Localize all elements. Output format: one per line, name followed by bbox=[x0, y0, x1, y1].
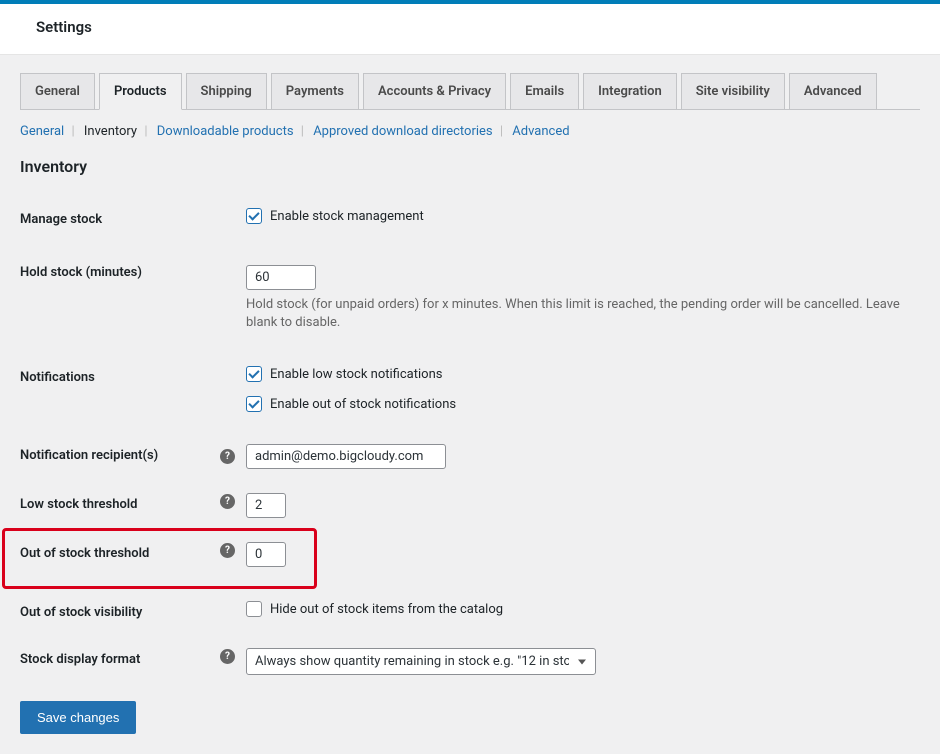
checkbox-low-stock-notif[interactable] bbox=[246, 366, 262, 382]
tab-payments[interactable]: Payments bbox=[271, 73, 359, 109]
tab-products[interactable]: Products bbox=[99, 73, 182, 110]
option-enable-stock-mgmt: Enable stock management bbox=[270, 209, 424, 224]
input-out-of-stock-threshold[interactable] bbox=[246, 542, 286, 567]
tab-general[interactable]: General bbox=[20, 73, 95, 109]
subtab-approved-download-dirs[interactable]: Approved download directories bbox=[313, 124, 492, 139]
option-out-of-stock-notif: Enable out of stock notifications bbox=[270, 397, 456, 412]
subtab-inventory[interactable]: Inventory bbox=[84, 124, 137, 139]
input-recipient-email[interactable] bbox=[246, 444, 446, 469]
help-icon[interactable]: ? bbox=[220, 494, 235, 509]
tab-site-visibility[interactable]: Site visibility bbox=[681, 73, 785, 109]
tab-integration[interactable]: Integration bbox=[583, 73, 677, 109]
sub-nav: General | Inventory | Downloadable produ… bbox=[20, 118, 920, 151]
label-out-of-stock-threshold: Out of stock threshold bbox=[20, 546, 149, 561]
tab-advanced[interactable]: Advanced bbox=[789, 73, 877, 109]
checkbox-enable-stock-mgmt[interactable] bbox=[246, 208, 262, 224]
checkbox-out-of-stock-notif[interactable] bbox=[246, 396, 262, 412]
save-button[interactable]: Save changes bbox=[20, 701, 136, 734]
label-manage-stock: Manage stock bbox=[20, 196, 220, 243]
option-hide-out-of-stock: Hide out of stock items from the catalog bbox=[270, 602, 503, 617]
select-stock-display-format[interactable]: Always show quantity remaining in stock … bbox=[246, 648, 596, 675]
help-icon[interactable]: ? bbox=[220, 649, 235, 664]
label-out-of-stock-visibility: Out of stock visibility bbox=[20, 579, 220, 636]
help-icon[interactable]: ? bbox=[220, 543, 235, 558]
checkbox-hide-out-of-stock[interactable] bbox=[246, 601, 262, 617]
section-title: Inventory bbox=[20, 157, 920, 176]
subtab-advanced[interactable]: Advanced bbox=[512, 124, 569, 139]
label-low-stock-threshold: Low stock threshold bbox=[20, 481, 220, 530]
help-icon[interactable]: ? bbox=[220, 449, 235, 464]
page-header: Settings bbox=[0, 4, 940, 55]
tab-emails[interactable]: Emails bbox=[510, 73, 579, 109]
label-stock-display-format: Stock display format bbox=[20, 636, 220, 687]
label-notifications: Notifications bbox=[20, 354, 220, 424]
subtab-downloadable[interactable]: Downloadable products bbox=[157, 124, 294, 139]
desc-hold-stock: Hold stock (for unpaid orders) for x min… bbox=[246, 296, 910, 332]
label-hold-stock: Hold stock (minutes) bbox=[20, 243, 220, 354]
option-low-stock-notif: Enable low stock notifications bbox=[270, 367, 442, 382]
main-tabs: General Products Shipping Payments Accou… bbox=[20, 73, 920, 109]
input-low-stock-threshold[interactable] bbox=[246, 493, 286, 518]
page-title: Settings bbox=[36, 18, 916, 36]
input-hold-stock[interactable] bbox=[246, 265, 316, 290]
label-recipients: Notification recipient(s) bbox=[20, 424, 220, 481]
tab-accounts-privacy[interactable]: Accounts & Privacy bbox=[363, 73, 506, 109]
tab-shipping[interactable]: Shipping bbox=[186, 73, 267, 109]
subtab-general[interactable]: General bbox=[20, 124, 64, 139]
